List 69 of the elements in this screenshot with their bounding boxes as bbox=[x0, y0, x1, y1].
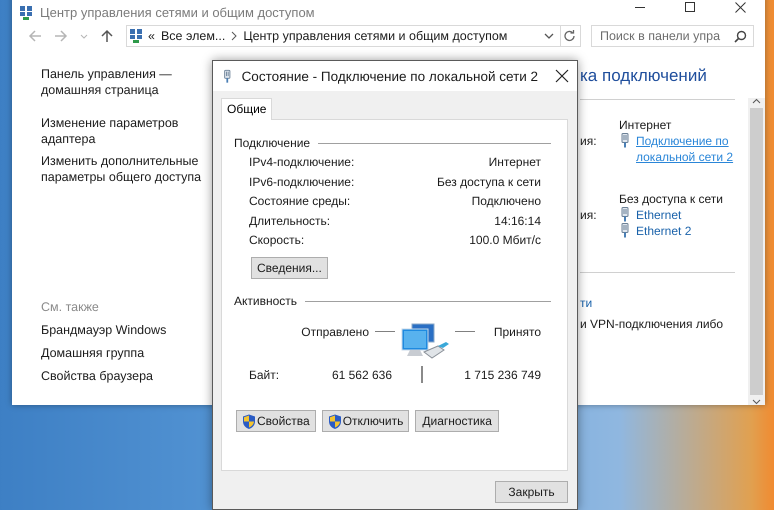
description-text: и VPN-подключения либо bbox=[580, 316, 724, 332]
action-button[interactable]: Диагностика bbox=[415, 410, 499, 432]
maximize-icon bbox=[685, 2, 695, 12]
section-heading: ка подключений bbox=[580, 66, 707, 86]
sidebar-link[interactable]: Брандмауэр Windows bbox=[41, 322, 166, 338]
scrollbar[interactable] bbox=[748, 98, 765, 405]
address-bar[interactable]: « Все элем... Центр управления сетями и общим доступом bbox=[126, 25, 581, 47]
settings-link[interactable]: ти bbox=[580, 295, 592, 311]
plug-icon bbox=[619, 207, 631, 222]
field-value: Интернет bbox=[488, 154, 541, 170]
dialog-title: Состояние - Подключение по локальной сети 2 bbox=[242, 68, 538, 84]
group-heading: Подключение bbox=[234, 135, 551, 151]
sidebar-link[interactable]: Домашняя группа bbox=[41, 345, 144, 361]
field-label: Длительность: bbox=[249, 212, 332, 229]
search-field[interactable]: Поиск в панели упра bbox=[591, 25, 754, 47]
tab[interactable]: Общие bbox=[221, 98, 272, 120]
breadcrumb[interactable]: Центр управления сетями и общим доступом bbox=[243, 29, 508, 43]
network-icon bbox=[20, 6, 32, 20]
field-label: Состояние среды: bbox=[249, 193, 352, 210]
connection-link[interactable]: Ethernet 2 bbox=[636, 223, 740, 239]
received-bytes: 1 715 236 749 bbox=[463, 368, 541, 382]
field-value: Без доступа к сети bbox=[437, 174, 541, 190]
network-icon bbox=[130, 29, 142, 43]
caret-icon bbox=[80, 34, 88, 38]
sent-label: Отправлено bbox=[300, 324, 370, 339]
arrow-up-icon bbox=[100, 29, 114, 43]
close-dialog-button[interactable]: Закрыть bbox=[495, 481, 568, 503]
scroll-down-icon bbox=[752, 399, 761, 405]
field-label: IPv4-подключение: bbox=[249, 154, 356, 170]
sidebar-link[interactable]: Изменить дополнительные параметры общего доступа bbox=[41, 153, 211, 185]
field-value: Подключено bbox=[470, 193, 541, 210]
action-button[interactable]: Свойства bbox=[236, 410, 316, 432]
group-heading: Активность bbox=[234, 293, 551, 310]
bytes-label: Байт: bbox=[249, 368, 280, 382]
connection-link[interactable]: Подключение по локальной сети 2 bbox=[636, 133, 740, 165]
search-icon bbox=[734, 30, 747, 42]
plug-icon bbox=[619, 133, 631, 148]
connection-link[interactable]: Ethernet bbox=[636, 207, 740, 223]
field-value: 100.0 Мбит/с bbox=[468, 232, 541, 248]
sidebar-link[interactable]: Изменение параметров адаптера bbox=[41, 115, 211, 147]
see-also-heading: См. также bbox=[41, 299, 99, 315]
plug-icon bbox=[222, 68, 233, 84]
field-label: Скорость: bbox=[249, 232, 306, 248]
breadcrumb[interactable]: Все элем... bbox=[160, 29, 226, 43]
connections-label: ия: bbox=[580, 133, 598, 149]
action-button[interactable]: Отключить bbox=[322, 410, 410, 432]
window-title: Центр управления сетями и общим доступом bbox=[40, 5, 316, 20]
connections-label: ия: bbox=[580, 207, 598, 223]
access-type: Без доступа к сети bbox=[619, 191, 724, 207]
close-icon bbox=[734, 2, 746, 12]
details-button[interactable]: Сведения... bbox=[251, 257, 328, 280]
shield-icon bbox=[328, 414, 342, 429]
minimize-icon bbox=[635, 6, 645, 8]
access-type: Интернет bbox=[619, 117, 672, 133]
received-label: Принято bbox=[492, 324, 541, 339]
chevron-icon bbox=[231, 31, 238, 41]
sidebar-link[interactable]: Панель управления — домашняя страница bbox=[41, 66, 211, 98]
dropdown-icon[interactable] bbox=[544, 32, 554, 40]
sidebar-link[interactable]: Свойства браузера bbox=[41, 368, 153, 384]
sent-bytes: 61 562 636 bbox=[330, 368, 393, 382]
field-label: IPv6-подключение: bbox=[249, 174, 356, 190]
shield-icon bbox=[242, 414, 256, 429]
arrow-left-icon bbox=[28, 29, 42, 43]
overflow-chevron[interactable]: « bbox=[148, 29, 155, 43]
scroll-up-icon bbox=[752, 98, 761, 104]
arrow-right-icon bbox=[54, 29, 68, 43]
plug-icon bbox=[619, 223, 631, 238]
field-value: 14:16:14 bbox=[493, 212, 541, 229]
close-icon bbox=[555, 69, 570, 83]
